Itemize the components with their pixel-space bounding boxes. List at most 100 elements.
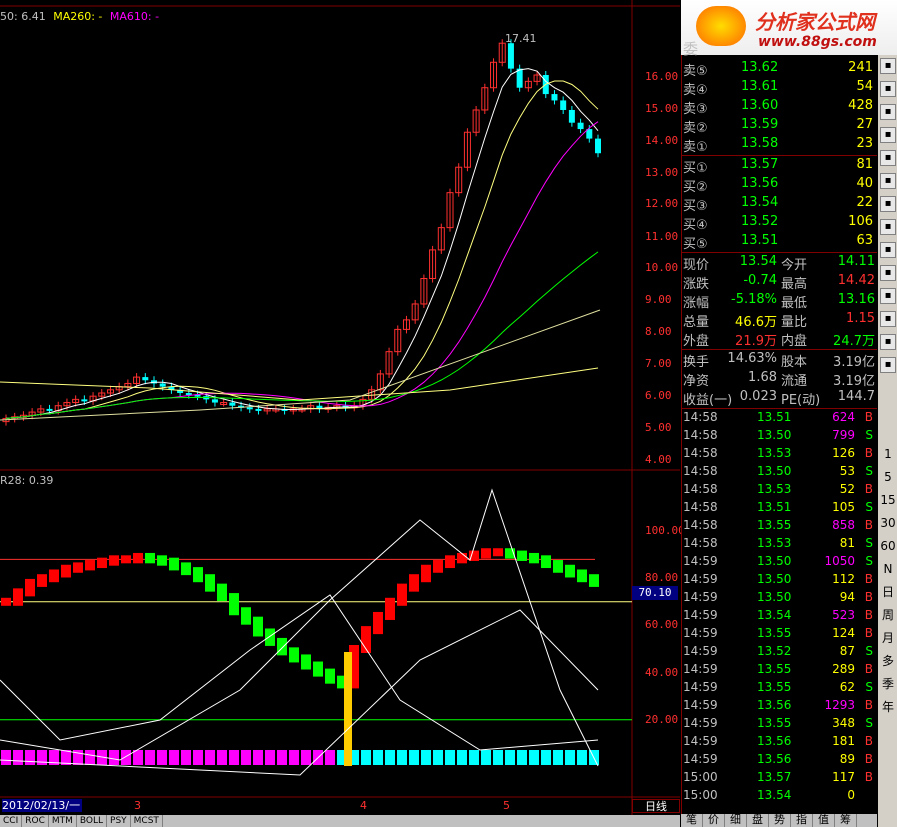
trade-volume: 1050 [824,554,855,568]
signal-bar [13,750,23,765]
period-selector[interactable]: 日线 [632,799,680,813]
trade-price: 13.50 [757,572,792,586]
f5-icon[interactable]: ▪ [880,357,896,373]
tab-mcst[interactable]: MCST [131,815,163,827]
line-icon[interactable]: ▪ [880,81,896,97]
period-tool[interactable]: 月 [880,631,896,647]
trade-side: S [865,554,873,568]
signal-bar [361,750,371,765]
high-price-marker: 17.41 [505,32,537,45]
tab-mtm[interactable]: MTM [49,815,77,827]
trade-side: B [864,626,873,640]
cross-icon[interactable]: ▪ [880,288,896,304]
trade-side: B [864,410,873,424]
signal-bar [385,750,395,765]
trade-price: 13.53 [757,482,792,496]
tab-boll[interactable]: BOLL [77,815,108,827]
period-tool[interactable]: 5 [880,470,896,486]
signal-bar [109,750,119,765]
month-label: 5 [503,799,510,812]
stat-label: 总量 [683,315,710,330]
bid-level: 买② [683,180,708,195]
tab-value[interactable]: 值 [813,814,835,827]
stat-value: -0.74 [743,273,777,288]
period-tool[interactable]: 15 [880,493,896,509]
arrow-icon[interactable]: ▪ [880,311,896,327]
f9-icon[interactable]: ▪ [880,173,896,189]
trade-volume: 124 [832,626,855,640]
stat-value: 13.16 [837,292,875,307]
tab-trades[interactable]: 笔 [681,814,703,827]
indicator-bar [373,611,383,635]
signal-bar [553,750,563,765]
indicator-bar [385,597,395,620]
tool-icon[interactable]: ▪ [880,265,896,281]
tab-price[interactable]: 价 [703,814,725,827]
period-tool[interactable]: 60 [880,539,896,555]
tab-chips[interactable]: 筹 [835,814,857,827]
ma-line [5,121,599,419]
period-tool[interactable]: 年 [880,700,896,716]
trade-row: 14:59 13.50 112 B [683,572,877,590]
ask-price: 13.61 [741,79,779,94]
indicator-bar [145,552,155,564]
indicator-bar [265,628,275,646]
trade-row: 14:59 13.50 1050 S [683,554,877,572]
rsi-icon[interactable]: ▪ [880,242,896,258]
ask-volume: 241 [848,60,873,75]
price-tick-label: 4.00 [645,453,672,466]
tab-detail[interactable]: 细 [725,814,747,827]
tab-cci[interactable]: CCI [0,815,23,827]
trade-side: B [864,446,873,460]
signal-marker [344,652,352,766]
stat-row: 净资 1.68 流通 3.19亿 [683,370,877,389]
signal-bar [241,750,251,765]
period-tool[interactable]: 季 [880,677,896,693]
zoom-icon[interactable]: ▪ [880,334,896,350]
f4-icon[interactable]: ▪ [880,219,896,235]
trade-time: 14:59 [683,644,718,658]
bid-level: 买① [683,161,708,176]
stat-label: 最高 [781,277,808,292]
kline-chart[interactable] [0,0,680,815]
period-tool[interactable]: 日 [880,585,896,601]
indicator-line [0,488,599,767]
indicator-bar [517,550,527,561]
signal-bar [469,750,479,765]
stat-label: 今开 [781,258,808,273]
stat-value: 46.6万 [735,315,777,330]
tab-index[interactable]: 指 [791,814,813,827]
candle-body [595,138,601,154]
tab-roc[interactable]: ROC [22,815,49,827]
trade-price: 13.50 [757,428,792,442]
stat-value: -5.18% [731,292,777,307]
indicator-bar [577,569,587,583]
tab-trend[interactable]: 势 [769,814,791,827]
stat-value: 24.7万 [833,334,875,349]
period-tool[interactable]: 多 [880,654,896,670]
period-tool[interactable]: N [880,562,896,578]
indicator-bar [313,661,323,677]
period-tool[interactable]: 30 [880,516,896,532]
trade-time: 15:00 [683,770,718,784]
stat-row: 外盘 21.9万 内盘 24.7万 [683,330,877,349]
chart-icon[interactable]: ▪ [880,58,896,74]
signal-bar [577,750,587,765]
ask-volume: 23 [856,136,873,151]
tab-psy[interactable]: PSY [107,815,131,827]
bid-volume: 81 [856,157,873,172]
fx-icon[interactable]: ▪ [880,196,896,212]
trade-time: 14:59 [683,698,718,712]
indicator-bar [169,557,179,571]
period-tool[interactable]: 周 [880,608,896,624]
tab-book[interactable]: 盘 [747,814,769,827]
flag-icon[interactable]: ▪ [880,127,896,143]
ask-row: 卖⑤ 13.62 241 [683,60,877,79]
indicator-bar [121,555,131,564]
ma-legend-value: 50: 6.41 [0,10,46,23]
book-icon[interactable]: ▪ [880,150,896,166]
trade-side: S [865,536,873,550]
trade-price: 13.57 [757,770,792,784]
bar-icon[interactable]: ▪ [880,104,896,120]
period-tool[interactable]: 1 [880,447,896,463]
